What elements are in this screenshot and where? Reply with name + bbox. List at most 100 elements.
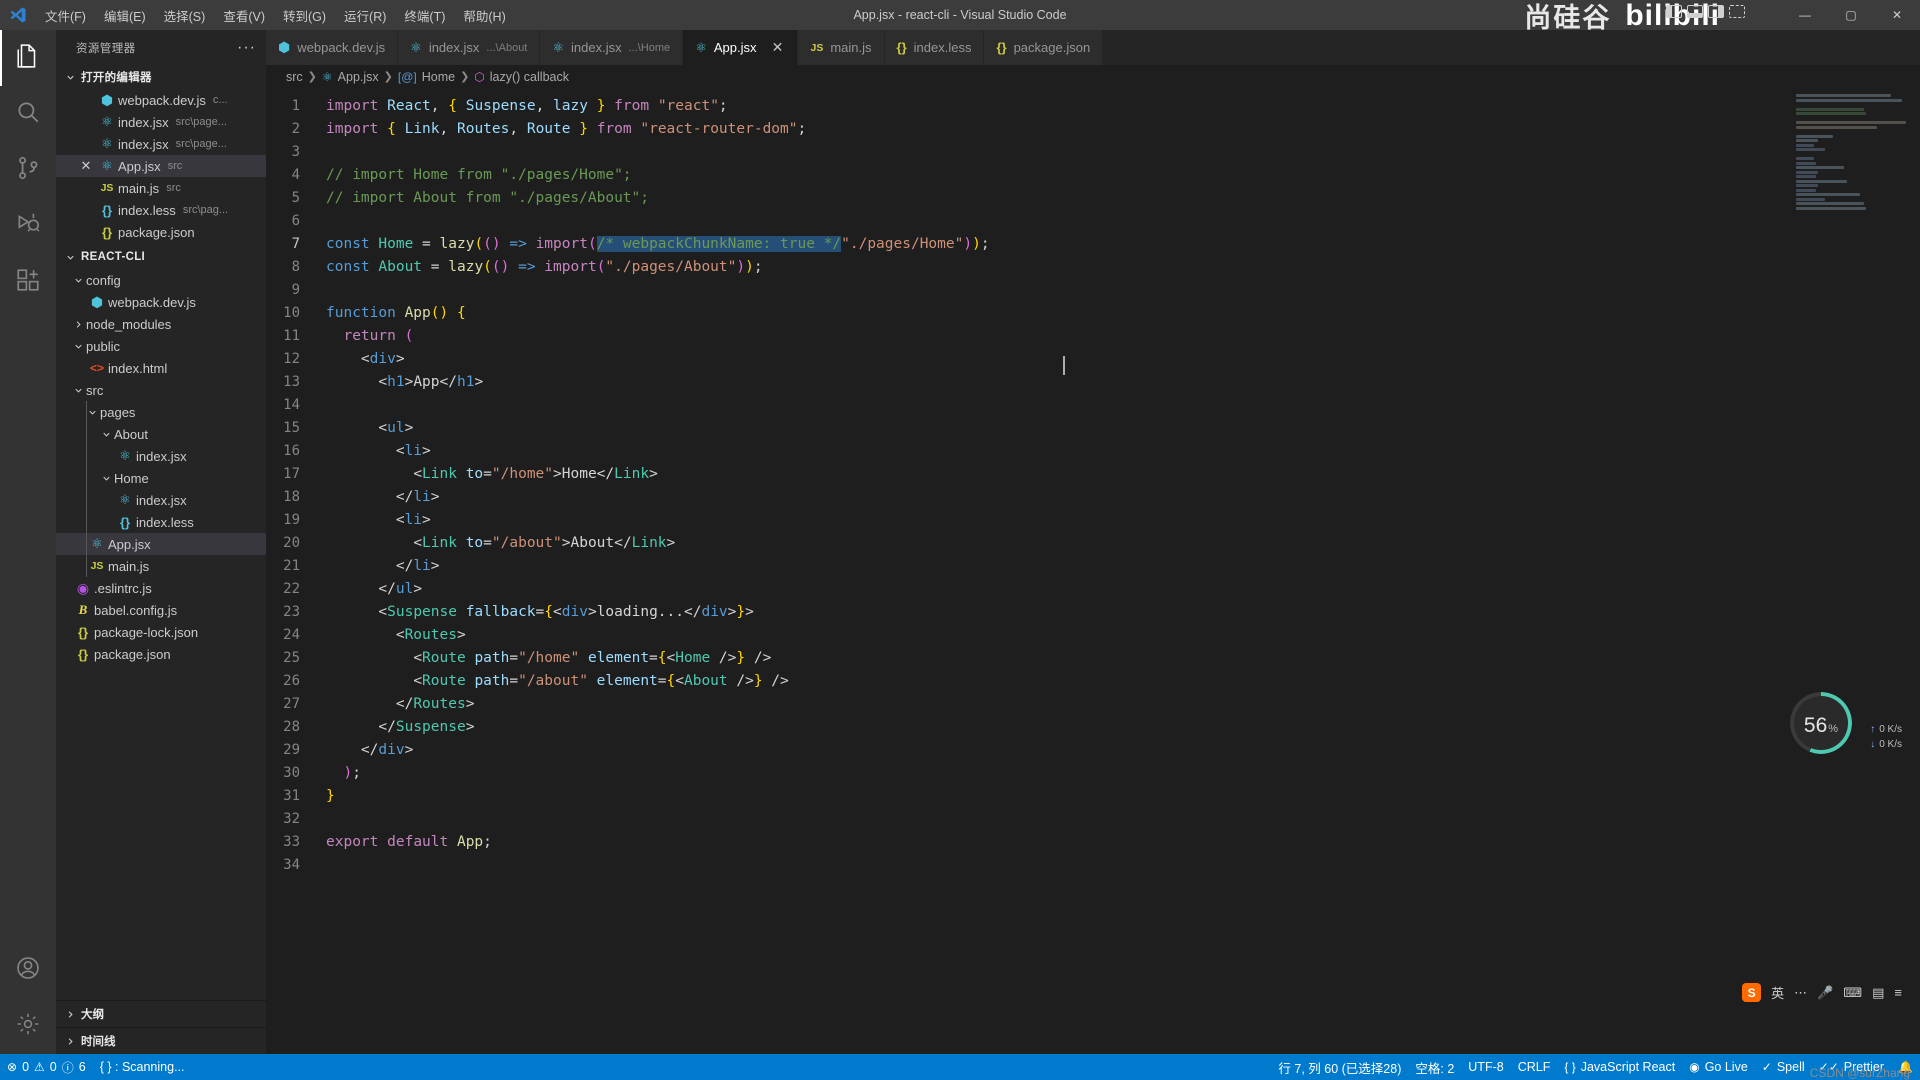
status-language-mode[interactable]: { } JavaScript React — [1557, 1054, 1682, 1080]
panel-icon[interactable]: ▤ — [1872, 985, 1884, 1001]
tab-index-jsx-about[interactable]: ⚛ index.jsx ...\About — [398, 30, 541, 65]
ime-mode-label[interactable]: 英 — [1771, 983, 1784, 1002]
open-editors-section-header[interactable]: 打开的编辑器 — [56, 65, 266, 89]
menu-go[interactable]: 转到(G) — [274, 0, 335, 30]
microphone-icon[interactable]: 🎤 — [1817, 985, 1833, 1001]
status-encoding[interactable]: UTF-8 — [1461, 1054, 1510, 1080]
toggle-primary-sidebar-icon[interactable] — [1666, 5, 1682, 18]
breadcrumb-item-lazy-callback[interactable]: lazy() callback — [490, 70, 569, 84]
keyboard-icon[interactable]: ⌨ — [1843, 985, 1862, 1001]
tree-item-folder[interactable]: config — [56, 269, 266, 291]
maximize-button[interactable]: ▢ — [1828, 0, 1874, 30]
chevron-right-icon — [62, 1036, 78, 1047]
tree-item-folder[interactable]: Home — [56, 467, 266, 489]
ime-more-icon[interactable]: ⋯ — [1794, 985, 1807, 1001]
menu-run[interactable]: 运行(R) — [335, 0, 395, 30]
menu-view[interactable]: 查看(V) — [214, 0, 274, 30]
code-line: 18 </li> — [266, 485, 1920, 508]
menu-selection[interactable]: 选择(S) — [155, 0, 215, 30]
tree-item-file[interactable]: ◉ .eslintrc.js — [56, 577, 266, 599]
status-cursor-position[interactable]: 行 7, 列 60 (已选择28) — [1271, 1054, 1408, 1080]
tree-item-file[interactable]: JS main.js — [56, 555, 266, 577]
tab-index-jsx-home[interactable]: ⚛ index.jsx ...\Home — [540, 30, 684, 65]
menu-icon[interactable]: ≡ — [1894, 985, 1902, 1000]
sidebar-item-search[interactable] — [0, 86, 56, 142]
line-number: 33 — [283, 833, 300, 850]
close-icon[interactable]: ✕ — [76, 158, 96, 174]
tree-item-folder[interactable]: About — [56, 423, 266, 445]
tab-webpack-dev-js[interactable]: ⬢ webpack.dev.js — [266, 30, 399, 65]
tree-item-folder[interactable]: src — [56, 379, 266, 401]
line-text: export default App; — [326, 833, 492, 850]
sidebar-item-explorer[interactable] — [0, 30, 56, 86]
timeline-section[interactable]: 时间线 — [56, 1027, 266, 1054]
tree-item-file[interactable]: {} index.less — [56, 511, 266, 533]
breadcrumb-item-app-jsx[interactable]: App.jsx — [338, 70, 379, 84]
open-editor-item-active[interactable]: ✕ ⚛ App.jsx src — [56, 155, 266, 177]
customize-layout-icon[interactable] — [1729, 5, 1745, 18]
tab-package-json[interactable]: {} package.json — [984, 30, 1104, 65]
project-section-header[interactable]: REACT-CLI — [56, 245, 266, 269]
sidebar-more-actions-icon[interactable]: ··· — [237, 39, 256, 57]
line-text: <Route path="/about" element={<About />}… — [413, 672, 789, 689]
react-icon: ⚛ — [321, 69, 333, 84]
tree-item-folder[interactable]: public — [56, 335, 266, 357]
minimap[interactable] — [1796, 94, 1906, 210]
minimize-button[interactable]: — — [1782, 0, 1828, 30]
sidebar-item-run-debug[interactable] — [0, 198, 56, 254]
line-number: 4 — [291, 166, 300, 183]
open-editor-item[interactable]: ⚛ index.jsx src\page... — [56, 111, 266, 133]
close-icon[interactable]: ✕ — [769, 39, 785, 56]
outline-section[interactable]: 大纲 — [56, 1000, 266, 1027]
code-content[interactable]: 1 import React, { Suspense, lazy } from "… — [266, 88, 1920, 1054]
editor-vertical-scrollbar[interactable] — [1906, 88, 1920, 1054]
status-go-live[interactable]: ◉ Go Live — [1682, 1054, 1755, 1080]
menu-help[interactable]: 帮助(H) — [454, 0, 514, 30]
less-icon: {} — [101, 202, 113, 218]
tab-app-jsx[interactable]: ⚛ App.jsx ✕ — [683, 30, 799, 65]
toggle-panel-icon[interactable] — [1687, 5, 1703, 18]
open-editor-item[interactable]: JS main.js src — [56, 177, 266, 199]
menu-edit[interactable]: 编辑(E) — [95, 0, 155, 30]
tree-item-file[interactable]: ⚛ index.jsx — [56, 489, 266, 511]
sogou-icon[interactable]: S — [1742, 983, 1762, 1002]
status-problems[interactable]: ⊗ 0 ⚠ 0 ⓘ 6 — [0, 1054, 93, 1080]
line-number: 6 — [291, 212, 300, 229]
settings-button[interactable] — [0, 998, 56, 1054]
code-line: 8 const About = lazy(() => import("./page… — [266, 255, 1920, 278]
status-spell-checker[interactable]: ✓ Spell — [1755, 1054, 1812, 1080]
toggle-secondary-sidebar-icon[interactable] — [1708, 5, 1724, 18]
status-eol[interactable]: CRLF — [1511, 1054, 1558, 1080]
tree-item-file[interactable]: <> index.html — [56, 357, 266, 379]
open-editor-item[interactable]: ⚛ index.jsx src\page... — [56, 133, 266, 155]
tree-item-file[interactable]: {} package-lock.json — [56, 621, 266, 643]
open-editor-item[interactable]: {} index.less src\pag... — [56, 199, 266, 221]
status-ports[interactable]: { } : Scanning... — [93, 1054, 192, 1080]
tree-item-file[interactable]: ⚛ index.jsx — [56, 445, 266, 467]
close-button[interactable]: ✕ — [1874, 0, 1920, 30]
breadcrumb-item-home[interactable]: Home — [422, 70, 455, 84]
tree-item-folder[interactable]: pages — [56, 401, 266, 423]
tab-index-less[interactable]: {} index.less — [884, 30, 985, 65]
tree-item-file[interactable]: {} package.json — [56, 643, 266, 665]
ime-tray[interactable]: S 英 ⋯ 🎤 ⌨ ▤ ≡ — [1742, 983, 1902, 1002]
status-indentation[interactable]: 空格: 2 — [1408, 1054, 1461, 1080]
tree-item-file[interactable]: ⬢ webpack.dev.js — [56, 291, 266, 313]
network-speed-widget[interactable]: 56 % — [1790, 692, 1852, 754]
open-editor-item[interactable]: ⬢ webpack.dev.js c... — [56, 89, 266, 111]
breadcrumb-item-src[interactable]: src — [286, 70, 303, 84]
account-button[interactable] — [0, 942, 56, 998]
tree-item-folder[interactable]: node_modules — [56, 313, 266, 335]
encoding-label: UTF-8 — [1468, 1060, 1504, 1074]
open-editor-item[interactable]: {} package.json — [56, 221, 266, 243]
tree-item-file[interactable]: B babel.config.js — [56, 599, 266, 621]
tab-main-js[interactable]: JS main.js — [798, 30, 885, 65]
sidebar-item-source-control[interactable] — [0, 142, 56, 198]
tree-item-file-selected[interactable]: ⚛ App.jsx — [56, 533, 266, 555]
menu-file[interactable]: 文件(F) — [36, 0, 95, 30]
line-text: <li> — [395, 442, 431, 459]
cpu-percent-value: 56 — [1803, 714, 1828, 737]
sidebar-item-extensions[interactable] — [0, 254, 56, 310]
code-editor[interactable]: 1 import React, { Suspense, lazy } from "… — [266, 88, 1920, 1054]
menu-terminal[interactable]: 终端(T) — [395, 0, 454, 30]
